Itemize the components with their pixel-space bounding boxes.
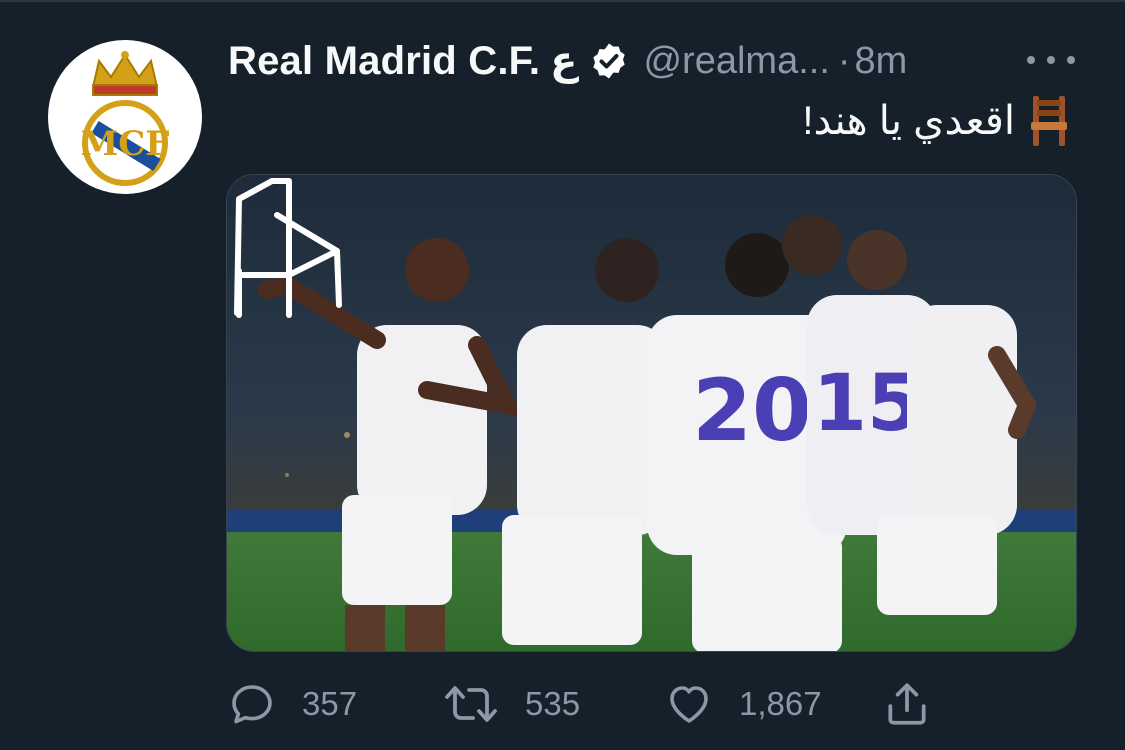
- svg-text:15: 15: [813, 359, 922, 449]
- tweet-image[interactable]: 20 15: [226, 174, 1077, 652]
- display-name[interactable]: Real Madrid C.F.: [228, 39, 540, 84]
- more-options-icon[interactable]: [1027, 48, 1075, 72]
- like-count: 1,867: [739, 685, 822, 722]
- tweet-card[interactable]: MCF Real Madrid C.F. ع @realma... · 8m ا…: [0, 0, 1125, 750]
- real-madrid-crest-icon: MCF: [81, 51, 170, 186]
- handle[interactable]: @realma...: [643, 40, 829, 83]
- share-button[interactable]: [882, 678, 932, 730]
- display-name-suffix: ع: [550, 39, 578, 83]
- reply-button[interactable]: 357: [228, 678, 357, 730]
- tweet-body: اقعدي يا هند!: [802, 99, 1015, 143]
- retweet-button[interactable]: 535: [443, 678, 580, 730]
- retweet-icon: [445, 686, 497, 722]
- tweet-actions: 357 535 1,867: [228, 678, 948, 730]
- reply-count: 357: [302, 685, 358, 722]
- avatar[interactable]: MCF: [48, 40, 202, 194]
- heart-icon: [670, 686, 708, 723]
- reply-icon: [232, 685, 272, 724]
- like-button[interactable]: 1,867: [665, 678, 822, 730]
- share-icon: [888, 683, 926, 725]
- retweet-count: 535: [525, 685, 581, 722]
- verified-badge-icon: [593, 43, 626, 79]
- tweet-header: Real Madrid C.F. ع @realma... · 8m: [228, 38, 907, 84]
- tweet-text: اقعدي يا هند!: [802, 94, 1069, 148]
- tweet-photo: 20 15: [227, 175, 1076, 651]
- chair-emoji-icon: [1031, 96, 1067, 146]
- svg-text:MCF: MCF: [81, 124, 170, 164]
- svg-text:20: 20: [692, 361, 812, 461]
- separator: ·: [837, 39, 851, 82]
- timestamp[interactable]: 8m: [855, 40, 908, 83]
